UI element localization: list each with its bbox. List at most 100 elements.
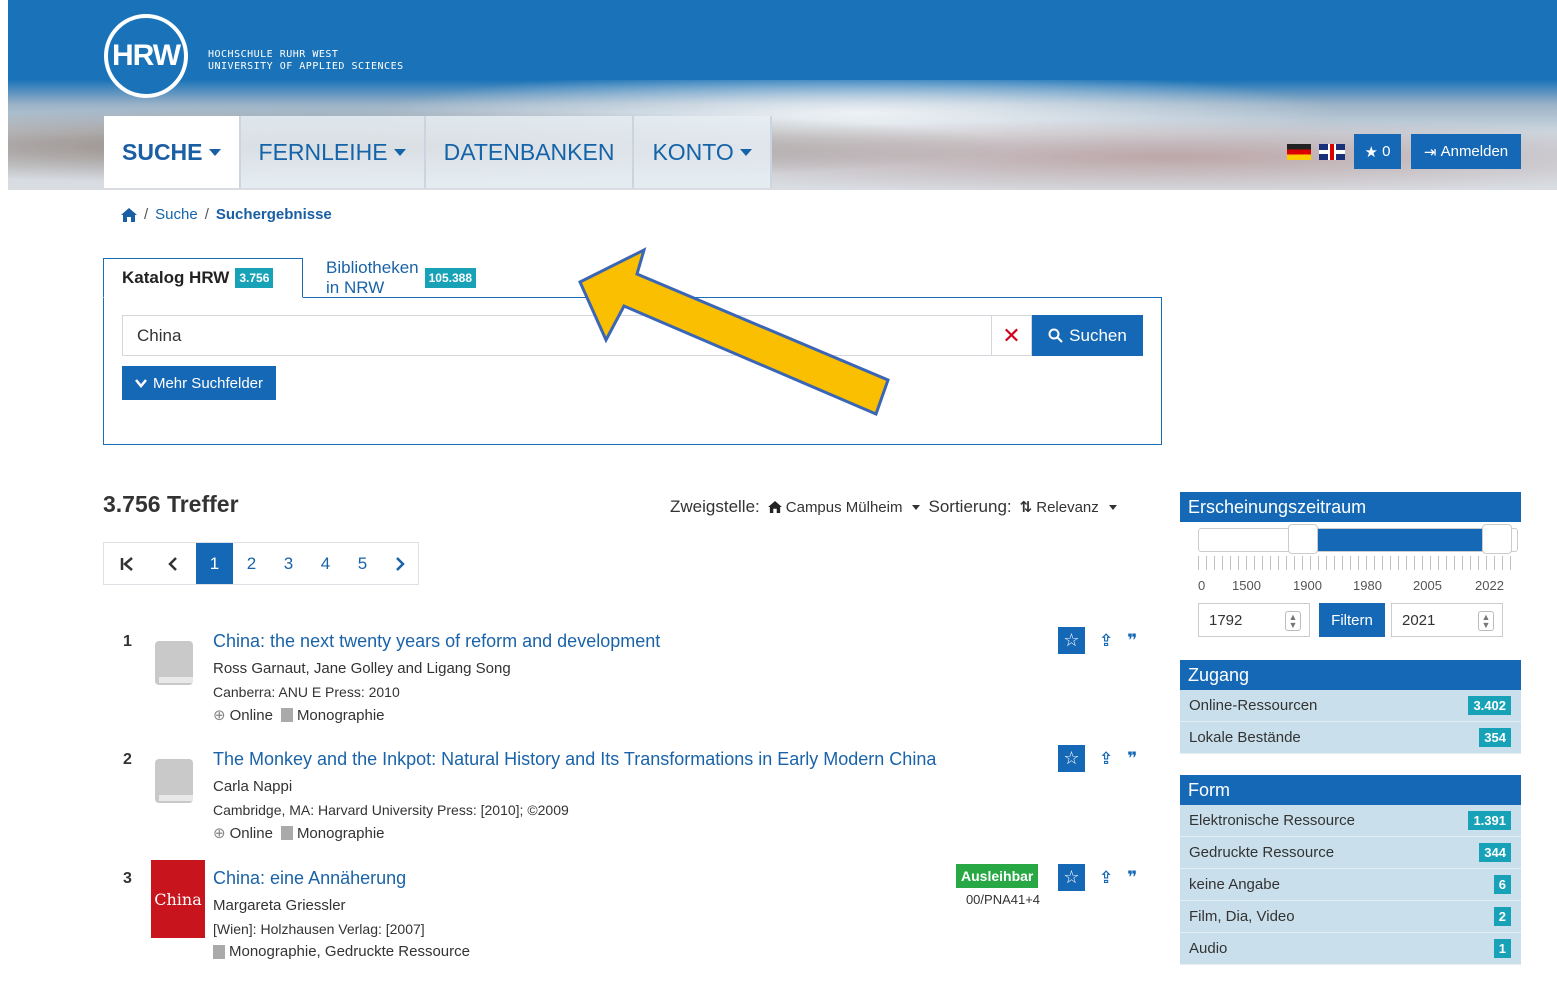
search-button[interactable]: Suchen — [1032, 315, 1143, 356]
sort-label: Sortierung: — [928, 497, 1012, 516]
facet-item[interactable]: Film, Dia, Video 2 — [1180, 901, 1521, 933]
breadcrumb-separator: / — [204, 206, 209, 223]
facet-count: 354 — [1479, 728, 1511, 747]
quote-icon[interactable]: ❞ — [1127, 631, 1137, 651]
filter-button[interactable]: Filtern — [1319, 603, 1385, 637]
tab-katalog-label: Katalog HRW — [122, 268, 230, 287]
nav-suche[interactable]: SUCHE — [104, 116, 241, 188]
share-icon[interactable]: ⇪ — [1099, 749, 1113, 769]
page-number: 2 — [246, 553, 257, 573]
chevron-down-icon — [208, 148, 221, 156]
facet-item[interactable]: Audio 1 — [1180, 933, 1521, 965]
globe-icon: ⊕ — [213, 825, 226, 842]
uk-flag-icon[interactable] — [1319, 144, 1345, 160]
tick-label: 2005 — [1413, 578, 1442, 593]
availability-badge: Ausleihbar — [956, 864, 1039, 888]
page-3[interactable]: 3 — [270, 543, 307, 584]
chevron-right-icon — [395, 556, 405, 571]
german-flag-icon[interactable] — [1287, 144, 1311, 160]
result-title-link[interactable]: The Monkey and the Inkpot: Natural Histo… — [213, 749, 936, 770]
facet-count: 3.402 — [1468, 696, 1511, 715]
book-small-icon — [280, 826, 293, 840]
year-slider-handle-from[interactable] — [1288, 524, 1318, 554]
favorite-star-button[interactable]: ☆ — [1058, 627, 1085, 654]
main-nav: SUCHE FERNLEIHE DATENBANKEN KONTO — [104, 116, 772, 188]
book-cover-image[interactable]: China — [151, 860, 205, 938]
result-type: Monographie, Gedruckte Ressource — [229, 943, 470, 960]
nav-datenbanken[interactable]: DATENBANKEN — [425, 116, 635, 188]
search-input-value: China — [137, 325, 182, 345]
result-actions: ☆ ⇪ ❞ — [1058, 745, 1137, 772]
result-title-link[interactable]: China: eine Annäherung — [213, 868, 406, 889]
chevron-left-icon — [168, 556, 177, 571]
annotation-arrow — [578, 247, 890, 417]
tick-label: 1980 — [1353, 578, 1382, 593]
sort-dropdown[interactable]: ⇅ Relevanz — [1020, 498, 1117, 516]
facet-label: Lokale Bestände — [1189, 729, 1301, 746]
result-meta: ⊕ Online Monographie — [213, 706, 385, 725]
favorite-star-button[interactable]: ☆ — [1058, 745, 1085, 772]
share-icon[interactable]: ⇪ — [1099, 631, 1113, 651]
facet-count: 6 — [1493, 875, 1511, 894]
book-small-icon — [280, 708, 293, 722]
facet-item[interactable]: Elektronische Ressource 1.391 — [1180, 805, 1521, 837]
page-5[interactable]: 5 — [344, 543, 381, 584]
nav-konto[interactable]: KONTO — [634, 116, 772, 188]
facet-item[interactable]: keine Angabe 6 — [1180, 869, 1521, 901]
clear-search-button[interactable]: ✕ — [992, 315, 1032, 356]
page-1[interactable]: 1 — [196, 543, 233, 584]
page-2[interactable]: 2 — [233, 543, 270, 584]
org-name-line: HOCHSCHULE RUHR WEST — [208, 49, 339, 60]
result-item: 3 China China: eine Annäherung Margareta… — [103, 860, 1163, 988]
tab-katalog-hrw[interactable]: Katalog HRW 3.756 — [103, 258, 303, 298]
facet-item[interactable]: Online-Ressourcen 3.402 — [1180, 690, 1521, 722]
result-publisher: [Wien]: Holzhausen Verlag: [2007] — [213, 921, 425, 937]
org-name: HOCHSCHULE RUHR WEST UNIVERSITY OF APPLI… — [208, 49, 404, 73]
spinner-icon[interactable]: ▲ ▼ — [1285, 611, 1301, 631]
year-from-input[interactable]: 1792 ▲ ▼ — [1198, 603, 1310, 637]
hrw-logo[interactable]: HRW — [104, 14, 188, 98]
prev-page-button[interactable] — [150, 543, 196, 584]
nav-fernleihe[interactable]: FERNLEIHE — [240, 116, 426, 188]
quote-icon[interactable]: ❞ — [1127, 868, 1137, 888]
nav-datenbanken-label: DATENBANKEN — [443, 138, 615, 165]
facet-label: Online-Ressourcen — [1189, 697, 1318, 714]
tab-nrw-count: 105.388 — [424, 268, 477, 288]
result-authors: Ross Garnaut, Jane Golley and Ligang Son… — [213, 660, 511, 677]
year-to-value: 2021 — [1402, 611, 1436, 629]
favorites-button[interactable]: ★ 0 — [1354, 134, 1401, 169]
share-icon[interactable]: ⇪ — [1099, 868, 1113, 888]
year-slider-handle-to[interactable] — [1482, 524, 1512, 554]
page-4[interactable]: 4 — [307, 543, 344, 584]
tab-bibliotheken-nrw[interactable]: Bibliotheken in NRW 105.388 — [308, 258, 494, 298]
breadcrumb-suche[interactable]: Suche — [155, 206, 198, 223]
chevron-down-icon — [1108, 504, 1117, 510]
more-fields-label: Mehr Suchfelder — [152, 374, 264, 392]
favorites-count: 0 — [1382, 143, 1391, 160]
facet-item[interactable]: Lokale Bestände 354 — [1180, 722, 1521, 754]
sort-bar: Zweigstelle: Campus Mülheim Sortierung: … — [670, 497, 1117, 517]
star-icon: ★ — [1364, 143, 1378, 161]
facet-item[interactable]: Gedruckte Ressource 344 — [1180, 837, 1521, 869]
tab-katalog-count: 3.756 — [235, 268, 274, 288]
branch-dropdown[interactable]: Campus Mülheim — [767, 499, 921, 516]
first-page-button[interactable] — [104, 543, 150, 584]
nav-suche-label: SUCHE — [122, 138, 203, 165]
result-title-link[interactable]: China: the next twenty years of reform a… — [213, 631, 660, 652]
star-icon: ☆ — [1063, 867, 1080, 887]
result-meta: ⊕ Online Monographie — [213, 824, 385, 843]
chevron-down-icon — [393, 148, 406, 156]
result-online: Online — [229, 824, 273, 842]
globe-icon: ⊕ — [213, 707, 226, 724]
login-button[interactable]: ⇥ Anmelden — [1411, 134, 1521, 169]
home-icon[interactable] — [121, 207, 137, 222]
year-to-input[interactable]: 2021 ▲ ▼ — [1391, 603, 1503, 637]
spinner-icon[interactable]: ▲ ▼ — [1478, 611, 1494, 631]
favorite-star-button[interactable]: ☆ — [1058, 864, 1085, 891]
next-page-button[interactable] — [381, 543, 418, 584]
sort-value: Relevanz — [1036, 498, 1099, 516]
more-fields-button[interactable]: Mehr Suchfelder — [122, 366, 276, 400]
quote-icon[interactable]: ❞ — [1127, 749, 1137, 769]
chevron-down-icon — [739, 148, 752, 156]
page-number: 1 — [209, 553, 220, 573]
